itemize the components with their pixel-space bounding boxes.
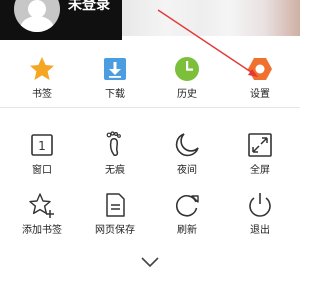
power-icon <box>245 190 275 220</box>
menu-item-label: 添加书签 <box>22 225 62 236</box>
menu-divider <box>0 107 300 108</box>
menu-item-label: 网页保存 <box>95 225 135 236</box>
menu-item-fullscreen[interactable]: 全屏 <box>230 130 290 177</box>
menu-item-label: 历史 <box>177 89 197 100</box>
login-status-text[interactable]: 未登录 <box>68 0 110 14</box>
refresh-icon <box>172 190 202 220</box>
menu-item-refresh[interactable]: 刷新 <box>157 190 217 237</box>
moon-icon <box>172 130 202 160</box>
settings-gear-icon <box>245 54 275 84</box>
menu-item-exit[interactable]: 退出 <box>230 190 290 237</box>
window-count-icon: 1 <box>27 130 57 160</box>
menu-item-night-mode[interactable]: 夜间 <box>157 130 217 177</box>
menu-item-label: 设置 <box>250 89 270 100</box>
menu-item-label: 刷新 <box>177 225 197 236</box>
chevron-down-icon[interactable] <box>140 255 160 269</box>
menu-item-label: 下载 <box>105 89 125 100</box>
menu-item-label: 夜间 <box>177 165 197 176</box>
download-icon <box>100 54 130 84</box>
avatar-body-shape <box>20 16 54 32</box>
menu-item-incognito[interactable]: 无痕 <box>85 130 145 177</box>
fullscreen-icon <box>245 130 275 160</box>
avatar[interactable] <box>14 0 60 32</box>
menu-item-label: 窗口 <box>32 165 52 176</box>
add-bookmark-icon <box>27 190 57 220</box>
account-strip: 未登录 <box>0 0 300 40</box>
menu-item-label: 书签 <box>32 89 52 100</box>
menu-item-add-bookmark[interactable]: 添加书签 <box>12 190 72 237</box>
background-page-preview <box>122 0 300 36</box>
menu-item-history[interactable]: 历史 <box>157 54 217 101</box>
footprint-icon <box>100 130 130 160</box>
menu-item-label: 无痕 <box>105 165 125 176</box>
menu-item-downloads[interactable]: 下载 <box>85 54 145 101</box>
window-count-value: 1 <box>38 139 46 153</box>
menu-item-label: 退出 <box>250 225 270 236</box>
browser-menu-sheet: 书签 下载 历史 设置 1 窗口 无痕 夜间 全屏 添加书签 网页保存 刷新 退… <box>0 40 300 286</box>
menu-item-save-page[interactable]: 网页保存 <box>85 190 145 237</box>
menu-item-settings[interactable]: 设置 <box>230 54 290 101</box>
menu-item-bookmarks[interactable]: 书签 <box>12 54 72 101</box>
menu-item-windows[interactable]: 1 窗口 <box>12 130 72 177</box>
star-icon <box>27 54 57 84</box>
history-clock-icon <box>172 54 202 84</box>
save-page-icon <box>100 190 130 220</box>
menu-item-label: 全屏 <box>250 165 270 176</box>
